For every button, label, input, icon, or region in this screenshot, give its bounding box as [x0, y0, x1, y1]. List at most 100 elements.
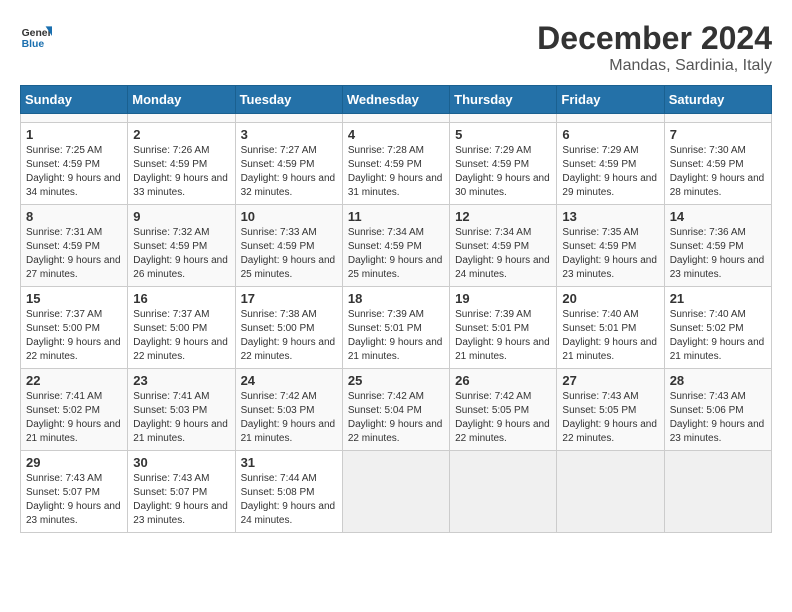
day-info: Sunrise: 7:34 AMSunset: 4:59 PMDaylight:…	[348, 227, 443, 280]
calendar-day-cell: 14 Sunrise: 7:36 AMSunset: 4:59 PMDaylig…	[664, 205, 771, 287]
day-number: 11	[348, 209, 444, 224]
calendar-day-cell: 7 Sunrise: 7:30 AMSunset: 4:59 PMDayligh…	[664, 123, 771, 205]
day-info: Sunrise: 7:28 AMSunset: 4:59 PMDaylight:…	[348, 145, 443, 198]
day-info: Sunrise: 7:43 AMSunset: 5:07 PMDaylight:…	[26, 473, 121, 526]
day-info: Sunrise: 7:31 AMSunset: 4:59 PMDaylight:…	[26, 227, 121, 280]
calendar-week-row: 22 Sunrise: 7:41 AMSunset: 5:02 PMDaylig…	[21, 369, 772, 451]
day-number: 4	[348, 127, 444, 142]
day-info: Sunrise: 7:40 AMSunset: 5:02 PMDaylight:…	[670, 309, 765, 362]
calendar-day-cell: 20 Sunrise: 7:40 AMSunset: 5:01 PMDaylig…	[557, 287, 664, 369]
day-info: Sunrise: 7:39 AMSunset: 5:01 PMDaylight:…	[455, 309, 550, 362]
svg-text:Blue: Blue	[22, 39, 45, 50]
calendar-day-cell	[342, 114, 449, 123]
calendar-day-cell: 28 Sunrise: 7:43 AMSunset: 5:06 PMDaylig…	[664, 369, 771, 451]
calendar-day-cell: 1 Sunrise: 7:25 AMSunset: 4:59 PMDayligh…	[21, 123, 128, 205]
day-number: 10	[241, 209, 337, 224]
day-number: 14	[670, 209, 766, 224]
day-info: Sunrise: 7:29 AMSunset: 4:59 PMDaylight:…	[455, 145, 550, 198]
calendar-day-cell	[557, 451, 664, 533]
day-number: 7	[670, 127, 766, 142]
day-number: 27	[562, 373, 658, 388]
day-info: Sunrise: 7:43 AMSunset: 5:05 PMDaylight:…	[562, 391, 657, 444]
day-info: Sunrise: 7:27 AMSunset: 4:59 PMDaylight:…	[241, 145, 336, 198]
day-info: Sunrise: 7:37 AMSunset: 5:00 PMDaylight:…	[26, 309, 121, 362]
calendar-day-cell	[664, 114, 771, 123]
day-of-week-header: Tuesday	[235, 86, 342, 114]
logo-icon: General Blue	[20, 20, 52, 52]
calendar-day-cell: 11 Sunrise: 7:34 AMSunset: 4:59 PMDaylig…	[342, 205, 449, 287]
location: Mandas, Sardinia, Italy	[537, 57, 772, 75]
day-of-week-header: Monday	[128, 86, 235, 114]
day-info: Sunrise: 7:41 AMSunset: 5:03 PMDaylight:…	[133, 391, 228, 444]
day-number: 5	[455, 127, 551, 142]
calendar-day-cell: 8 Sunrise: 7:31 AMSunset: 4:59 PMDayligh…	[21, 205, 128, 287]
calendar-day-cell: 17 Sunrise: 7:38 AMSunset: 5:00 PMDaylig…	[235, 287, 342, 369]
day-info: Sunrise: 7:35 AMSunset: 4:59 PMDaylight:…	[562, 227, 657, 280]
day-number: 25	[348, 373, 444, 388]
calendar-day-cell: 22 Sunrise: 7:41 AMSunset: 5:02 PMDaylig…	[21, 369, 128, 451]
day-info: Sunrise: 7:42 AMSunset: 5:04 PMDaylight:…	[348, 391, 443, 444]
calendar-day-cell	[342, 451, 449, 533]
calendar-day-cell: 26 Sunrise: 7:42 AMSunset: 5:05 PMDaylig…	[450, 369, 557, 451]
day-number: 19	[455, 291, 551, 306]
title-section: December 2024 Mandas, Sardinia, Italy	[537, 20, 772, 75]
day-of-week-header: Saturday	[664, 86, 771, 114]
day-info: Sunrise: 7:38 AMSunset: 5:00 PMDaylight:…	[241, 309, 336, 362]
calendar-day-cell: 29 Sunrise: 7:43 AMSunset: 5:07 PMDaylig…	[21, 451, 128, 533]
month-year: December 2024	[537, 20, 772, 57]
day-info: Sunrise: 7:40 AMSunset: 5:01 PMDaylight:…	[562, 309, 657, 362]
day-info: Sunrise: 7:42 AMSunset: 5:03 PMDaylight:…	[241, 391, 336, 444]
day-number: 9	[133, 209, 229, 224]
calendar-day-cell	[235, 114, 342, 123]
calendar-day-cell: 30 Sunrise: 7:43 AMSunset: 5:07 PMDaylig…	[128, 451, 235, 533]
calendar-day-cell: 13 Sunrise: 7:35 AMSunset: 4:59 PMDaylig…	[557, 205, 664, 287]
calendar-day-cell: 6 Sunrise: 7:29 AMSunset: 4:59 PMDayligh…	[557, 123, 664, 205]
calendar-day-cell: 15 Sunrise: 7:37 AMSunset: 5:00 PMDaylig…	[21, 287, 128, 369]
calendar-day-cell	[21, 114, 128, 123]
calendar-week-row: 8 Sunrise: 7:31 AMSunset: 4:59 PMDayligh…	[21, 205, 772, 287]
day-info: Sunrise: 7:39 AMSunset: 5:01 PMDaylight:…	[348, 309, 443, 362]
calendar-day-cell: 16 Sunrise: 7:37 AMSunset: 5:00 PMDaylig…	[128, 287, 235, 369]
day-info: Sunrise: 7:36 AMSunset: 4:59 PMDaylight:…	[670, 227, 765, 280]
day-info: Sunrise: 7:25 AMSunset: 4:59 PMDaylight:…	[26, 145, 121, 198]
day-number: 13	[562, 209, 658, 224]
calendar-week-row: 1 Sunrise: 7:25 AMSunset: 4:59 PMDayligh…	[21, 123, 772, 205]
day-info: Sunrise: 7:43 AMSunset: 5:07 PMDaylight:…	[133, 473, 228, 526]
day-info: Sunrise: 7:29 AMSunset: 4:59 PMDaylight:…	[562, 145, 657, 198]
day-of-week-header: Sunday	[21, 86, 128, 114]
calendar-day-cell	[450, 451, 557, 533]
day-of-week-header: Friday	[557, 86, 664, 114]
calendar-day-cell: 25 Sunrise: 7:42 AMSunset: 5:04 PMDaylig…	[342, 369, 449, 451]
calendar-week-row: 15 Sunrise: 7:37 AMSunset: 5:00 PMDaylig…	[21, 287, 772, 369]
day-info: Sunrise: 7:32 AMSunset: 4:59 PMDaylight:…	[133, 227, 228, 280]
day-number: 31	[241, 455, 337, 470]
day-number: 3	[241, 127, 337, 142]
day-number: 29	[26, 455, 122, 470]
header-row: SundayMondayTuesdayWednesdayThursdayFrid…	[21, 86, 772, 114]
calendar-day-cell: 27 Sunrise: 7:43 AMSunset: 5:05 PMDaylig…	[557, 369, 664, 451]
day-info: Sunrise: 7:33 AMSunset: 4:59 PMDaylight:…	[241, 227, 336, 280]
calendar-day-cell: 23 Sunrise: 7:41 AMSunset: 5:03 PMDaylig…	[128, 369, 235, 451]
calendar-day-cell	[557, 114, 664, 123]
day-info: Sunrise: 7:42 AMSunset: 5:05 PMDaylight:…	[455, 391, 550, 444]
day-number: 24	[241, 373, 337, 388]
calendar-day-cell	[450, 114, 557, 123]
day-number: 17	[241, 291, 337, 306]
day-number: 30	[133, 455, 229, 470]
calendar-day-cell: 9 Sunrise: 7:32 AMSunset: 4:59 PMDayligh…	[128, 205, 235, 287]
day-info: Sunrise: 7:26 AMSunset: 4:59 PMDaylight:…	[133, 145, 228, 198]
calendar-day-cell: 19 Sunrise: 7:39 AMSunset: 5:01 PMDaylig…	[450, 287, 557, 369]
day-info: Sunrise: 7:30 AMSunset: 4:59 PMDaylight:…	[670, 145, 765, 198]
day-info: Sunrise: 7:34 AMSunset: 4:59 PMDaylight:…	[455, 227, 550, 280]
day-info: Sunrise: 7:44 AMSunset: 5:08 PMDaylight:…	[241, 473, 336, 526]
day-info: Sunrise: 7:41 AMSunset: 5:02 PMDaylight:…	[26, 391, 121, 444]
day-number: 1	[26, 127, 122, 142]
calendar-day-cell: 5 Sunrise: 7:29 AMSunset: 4:59 PMDayligh…	[450, 123, 557, 205]
day-info: Sunrise: 7:43 AMSunset: 5:06 PMDaylight:…	[670, 391, 765, 444]
calendar-week-row: 29 Sunrise: 7:43 AMSunset: 5:07 PMDaylig…	[21, 451, 772, 533]
day-info: Sunrise: 7:37 AMSunset: 5:00 PMDaylight:…	[133, 309, 228, 362]
calendar-day-cell: 12 Sunrise: 7:34 AMSunset: 4:59 PMDaylig…	[450, 205, 557, 287]
logo: General Blue	[20, 20, 52, 52]
calendar-day-cell: 21 Sunrise: 7:40 AMSunset: 5:02 PMDaylig…	[664, 287, 771, 369]
calendar-table: SundayMondayTuesdayWednesdayThursdayFrid…	[20, 85, 772, 533]
